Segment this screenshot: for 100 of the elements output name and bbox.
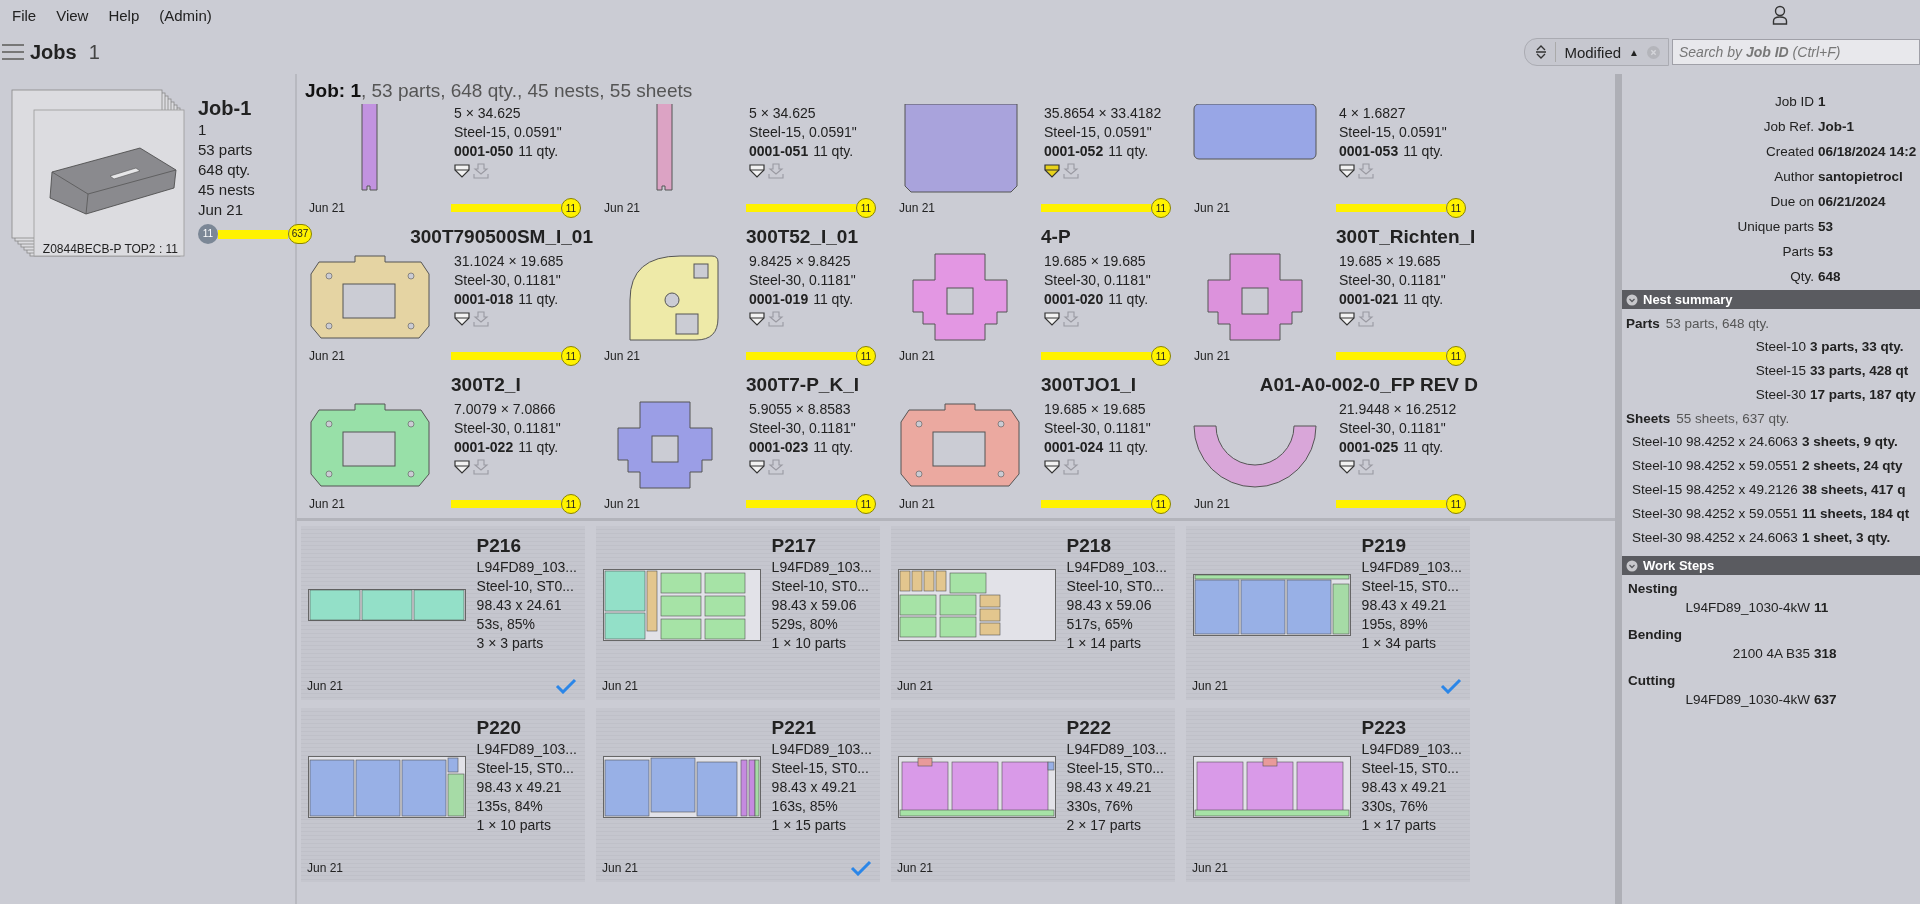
nest-card[interactable]: P217 L94FD89_103... Steel-10, ST0... 98.43 x 59.06 529s, 80% 1 × 10 parts Jun 21 (596, 526, 880, 700)
nest-material: Steel-15, ST0... (1066, 759, 1165, 778)
part-number: 0001-053 (1339, 142, 1399, 161)
job-detail: Jun 21 (198, 200, 245, 220)
bending-icon[interactable] (1044, 312, 1060, 326)
section-title: Work Steps (1643, 558, 1715, 573)
part-name: 300T2_I (451, 374, 522, 397)
nest-card[interactable]: P219 L94FD89_103... Steel-15, ST0... 98.43 x 49.21 195s, 89% 1 × 34 parts Jun 21 (1186, 526, 1470, 700)
progress-count: 11 (856, 198, 876, 218)
sheet-label: Steel-30 98.4252 x 59.0551 (1632, 505, 1798, 523)
detail-label: Created (1764, 143, 1814, 161)
nest-sheet-size: 98.43 x 59.06 (1066, 596, 1153, 615)
part-dimensions: 5.9055 × 8.8583 (749, 400, 852, 419)
part-name: A01-A0-002-0_FP REV D (1259, 374, 1479, 397)
sort-direction[interactable]: ▲ (1629, 46, 1639, 58)
nest-machine: L94FD89_103... (476, 558, 577, 577)
detail-value: Job-1 (1818, 118, 1855, 136)
part-name: 300T_Richten_I (1336, 226, 1477, 249)
part-number: 0001-021 (1339, 290, 1399, 309)
nest-time: 330s, 76% (1361, 797, 1429, 816)
bending-icon[interactable] (1044, 460, 1060, 474)
menu-item[interactable]: File (12, 6, 37, 24)
progress-count: 11 (1151, 494, 1171, 514)
nest-machine: L94FD89_103... (771, 740, 872, 759)
nest-part-count: 3 × 3 parts (476, 634, 545, 653)
part-name: 4-P (1041, 226, 1072, 249)
part-dimensions: 21.9448 × 16.2512 (1339, 400, 1457, 419)
section-header[interactable]: Nest summary (1622, 290, 1920, 309)
step-count: 11 (1814, 600, 1830, 615)
job-thumbnail-drawing[interactable] (10, 88, 186, 258)
sheet-value: 1 sheet, 3 qty. (1801, 529, 1891, 547)
nest-sheet-size: 98.43 x 49.21 (1066, 778, 1153, 797)
menu-item[interactable]: Help (108, 6, 140, 24)
search-field[interactable]: Search by Job ID (Ctrl+F) (1672, 39, 1920, 65)
sort-order-icon[interactable] (1535, 45, 1548, 59)
bending-icon[interactable] (1044, 164, 1060, 178)
nest-card[interactable]: P218 L94FD89_103... Steel-10, ST0... 98.43 x 59.06 517s, 65% 1 × 14 parts Jun 21 (891, 526, 1175, 700)
menu-icon[interactable] (2, 43, 24, 61)
step-machine: L94FD89_1030-4kW (1684, 692, 1810, 707)
nest-card[interactable]: P223 L94FD89_103... Steel-15, ST0... 98.43 x 49.21 330s, 76% 1 × 17 parts Jun 21 (1186, 708, 1470, 882)
part-quantity: 11 qty. (518, 290, 559, 309)
section-header[interactable]: Work Steps (1622, 556, 1920, 575)
part-dimensions: 35.8654 × 33.4182 (1044, 104, 1162, 123)
sort-control[interactable]: Modified ▲ (1524, 38, 1669, 66)
nest-date: Jun 21 (897, 679, 934, 693)
nest-name: P223 (1361, 716, 1407, 740)
detail-value: 648 (1818, 268, 1842, 286)
part-material: Steel-30, 0.1181" (454, 271, 562, 290)
part-material: Steel-15, 0.0591" (749, 123, 857, 142)
nest-sheet-size: 98.43 x 24.61 (476, 596, 563, 615)
part-quantity: 11 qty. (813, 142, 854, 161)
bending-icon[interactable] (1339, 312, 1355, 326)
nest-card[interactable]: P222 L94FD89_103... Steel-15, ST0... 98.43 x 49.21 330s, 76% 2 × 17 parts Jun 21 (891, 708, 1175, 882)
part-dimensions: 4 × 1.6827 (1339, 104, 1407, 123)
progress-start-count: 11 (198, 224, 218, 244)
part-quantity: 11 qty. (1403, 290, 1444, 309)
bending-icon[interactable] (454, 312, 470, 326)
nest-card[interactable]: P221 L94FD89_103... Steel-15, ST0... 98.43 x 49.21 163s, 85% 1 × 15 parts Jun 21 (596, 708, 880, 882)
bending-icon[interactable] (1339, 164, 1355, 178)
sheet-value: 38 sheets, 417 q (1801, 481, 1906, 499)
part-date: Jun 21 (898, 201, 937, 215)
nest-machine: L94FD89_103... (1361, 558, 1462, 577)
detail-label: Job Ref. (1762, 118, 1814, 136)
bending-icon[interactable] (749, 460, 765, 474)
sheet-label: Steel-10 98.4252 x 24.6063 (1632, 433, 1798, 451)
bending-icon[interactable] (749, 312, 765, 326)
step-name: Cutting (1627, 672, 1677, 690)
part-material: Steel-15, 0.0591" (1339, 123, 1447, 142)
part-number: 0001-025 (1339, 438, 1399, 457)
material-value: 17 parts, 187 qty (1810, 386, 1917, 404)
nest-machine: L94FD89_103... (476, 740, 577, 759)
user-icon[interactable] (1772, 5, 1788, 25)
nest-date: Jun 21 (602, 679, 639, 693)
progress-count: 11 (561, 494, 581, 514)
nest-card[interactable]: P220 L94FD89_103... Steel-15, ST0... 98.43 x 49.21 135s, 84% 1 × 10 parts Jun 21 (301, 708, 585, 882)
detail-label: Unique parts (1736, 218, 1814, 236)
collapse-icon[interactable] (1626, 293, 1638, 306)
nest-card[interactable]: P216 L94FD89_103... Steel-10, ST0... 98.43 x 24.61 53s, 85% 3 × 3 parts Jun 21 (301, 526, 585, 700)
bending-icon[interactable] (454, 460, 470, 474)
nest-part-count: 1 × 17 parts (1361, 816, 1437, 835)
part-name: 300T52_I_01 (746, 226, 859, 249)
nest-name: P220 (476, 716, 522, 740)
part-dimensions: 7.0079 × 7.0866 (454, 400, 557, 419)
nest-time: 529s, 80% (771, 615, 839, 634)
nest-material: Steel-15, ST0... (771, 759, 870, 778)
part-quantity: 11 qty. (518, 142, 559, 161)
part-dimensions: 19.685 × 19.685 (1044, 400, 1147, 419)
nest-sheet-size: 98.43 x 49.21 (1361, 596, 1448, 615)
jobs-title: Jobs (30, 40, 77, 64)
bending-icon[interactable] (1339, 460, 1355, 474)
clear-icon[interactable] (1647, 45, 1660, 59)
collapse-icon[interactable] (1626, 559, 1638, 572)
job-detail: 53 parts (198, 140, 254, 160)
bending-icon[interactable] (749, 164, 765, 178)
bending-icon[interactable] (454, 164, 470, 178)
material-label: Steel-10 (1754, 338, 1806, 356)
nest-time: 163s, 85% (771, 797, 839, 816)
sort-field[interactable]: Modified (1564, 43, 1622, 61)
menu-item[interactable]: View (56, 6, 89, 24)
nest-material: Steel-15, ST0... (476, 759, 575, 778)
